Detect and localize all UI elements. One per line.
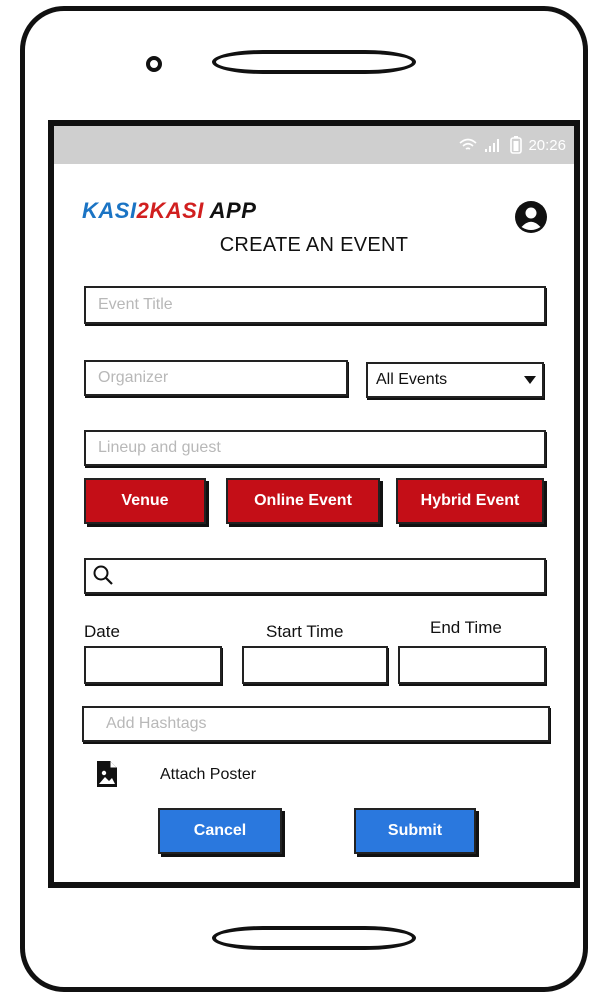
location-search-input[interactable]	[86, 560, 544, 592]
app-brand: KASI2KASI APP	[82, 198, 256, 224]
status-time: 20:26	[528, 136, 566, 154]
online-event-button[interactable]: Online Event	[226, 478, 380, 524]
hybrid-event-button[interactable]: Hybrid Event	[396, 478, 544, 524]
date-field[interactable]	[84, 646, 222, 684]
speaker	[212, 50, 416, 74]
start-time-label: Start Time	[266, 622, 344, 641]
start-time-field[interactable]	[242, 646, 388, 684]
signal-icon	[484, 137, 504, 153]
brand-part-3: KASI	[149, 198, 204, 223]
image-file-icon[interactable]	[96, 760, 118, 788]
wifi-icon	[458, 137, 478, 153]
search-icon	[92, 564, 114, 586]
organizer-input[interactable]	[86, 362, 346, 394]
home-button[interactable]	[212, 926, 416, 950]
page-title: CREATE AN EVENT	[219, 234, 409, 256]
date-label: Date	[84, 622, 120, 641]
user-icon[interactable]	[514, 200, 548, 234]
end-time-input[interactable]	[400, 648, 544, 682]
submit-button[interactable]: Submit	[354, 808, 476, 854]
brand-part-1: KASI	[82, 198, 137, 223]
dropdown-arrow-icon	[524, 376, 536, 384]
lineup-input[interactable]	[86, 432, 544, 464]
lineup-field[interactable]	[84, 430, 546, 466]
date-input[interactable]	[86, 648, 220, 682]
location-search-field[interactable]	[84, 558, 546, 594]
category-selected-value: All Events	[376, 371, 448, 388]
event-title-input[interactable]	[86, 288, 544, 322]
hashtags-field[interactable]	[82, 706, 550, 742]
attach-poster-label[interactable]: Attach Poster	[160, 766, 256, 784]
venue-button[interactable]: Venue	[84, 478, 206, 524]
battery-icon	[510, 136, 523, 154]
organizer-field[interactable]	[84, 360, 348, 396]
end-time-label: End Time	[430, 618, 502, 637]
event-title-field[interactable]	[84, 286, 546, 324]
category-select[interactable]: All Events	[366, 362, 544, 398]
screen: 20:26 KASI2KASI APP CREATE AN EVENT All …	[48, 120, 580, 888]
camera	[146, 56, 162, 72]
cancel-button[interactable]: Cancel	[158, 808, 282, 854]
brand-part-4: APP	[203, 198, 257, 223]
start-time-input[interactable]	[244, 648, 386, 682]
end-time-field[interactable]	[398, 646, 546, 684]
brand-part-2: 2	[136, 198, 150, 223]
status-bar: 20:26	[54, 126, 574, 164]
hashtags-input[interactable]	[84, 708, 548, 740]
